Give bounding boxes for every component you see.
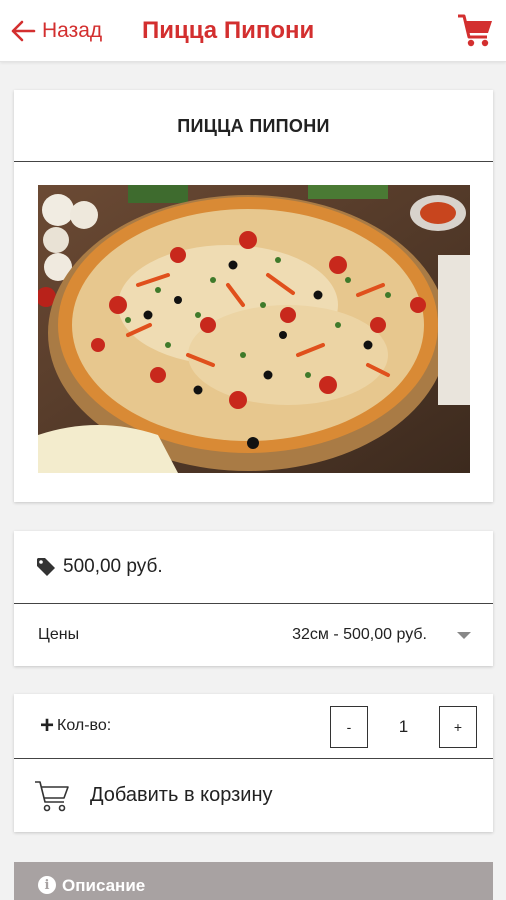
description-label: Описание: [62, 876, 146, 895]
arrow-left-icon: [11, 20, 36, 42]
quantity-card: + Кол-во: - 1 + Добавить в корзину: [14, 694, 493, 832]
prices-label: Цены: [38, 626, 80, 643]
quantity-row: + Кол-во: - 1 +: [14, 694, 493, 759]
cart-icon: [458, 14, 492, 47]
top-app-bar: Назад Пицца Пипони: [0, 0, 506, 62]
price-card: 500,00 руб. Цены 32см - 500,00 руб.: [14, 531, 493, 666]
info-icon: i: [38, 876, 56, 894]
product-card: ПИЦЦА ПИПОНИ: [14, 90, 493, 502]
cart-outline-icon: [35, 780, 69, 811]
page-title: Пицца Пипони: [142, 17, 315, 44]
back-button[interactable]: Назад: [10, 14, 102, 48]
quantity-label: Кол-во:: [57, 717, 112, 734]
cart-button[interactable]: [456, 12, 494, 50]
product-name: ПИЦЦА ПИПОНИ: [14, 90, 493, 162]
price-value: 500,00 руб.: [63, 556, 163, 577]
increase-quantity-button[interactable]: +: [439, 706, 477, 748]
decrease-quantity-button[interactable]: -: [330, 706, 368, 748]
price-row: 500,00 руб.: [14, 531, 493, 604]
add-to-cart-button[interactable]: Добавить в корзину: [14, 759, 493, 832]
prices-dropdown[interactable]: Цены 32см - 500,00 руб.: [14, 604, 493, 666]
pizza-image: [38, 185, 470, 473]
description-toggle[interactable]: i Описание: [14, 862, 493, 900]
price-tag-icon: [37, 558, 55, 576]
chevron-down-icon: [457, 631, 471, 639]
add-to-cart-label: Добавить в корзину: [90, 784, 273, 806]
quantity-value: 1: [398, 717, 409, 736]
prices-selected-value: 32см - 500,00 руб.: [292, 626, 427, 643]
plus-icon: +: [40, 712, 55, 739]
back-label: Назад: [42, 19, 103, 42]
